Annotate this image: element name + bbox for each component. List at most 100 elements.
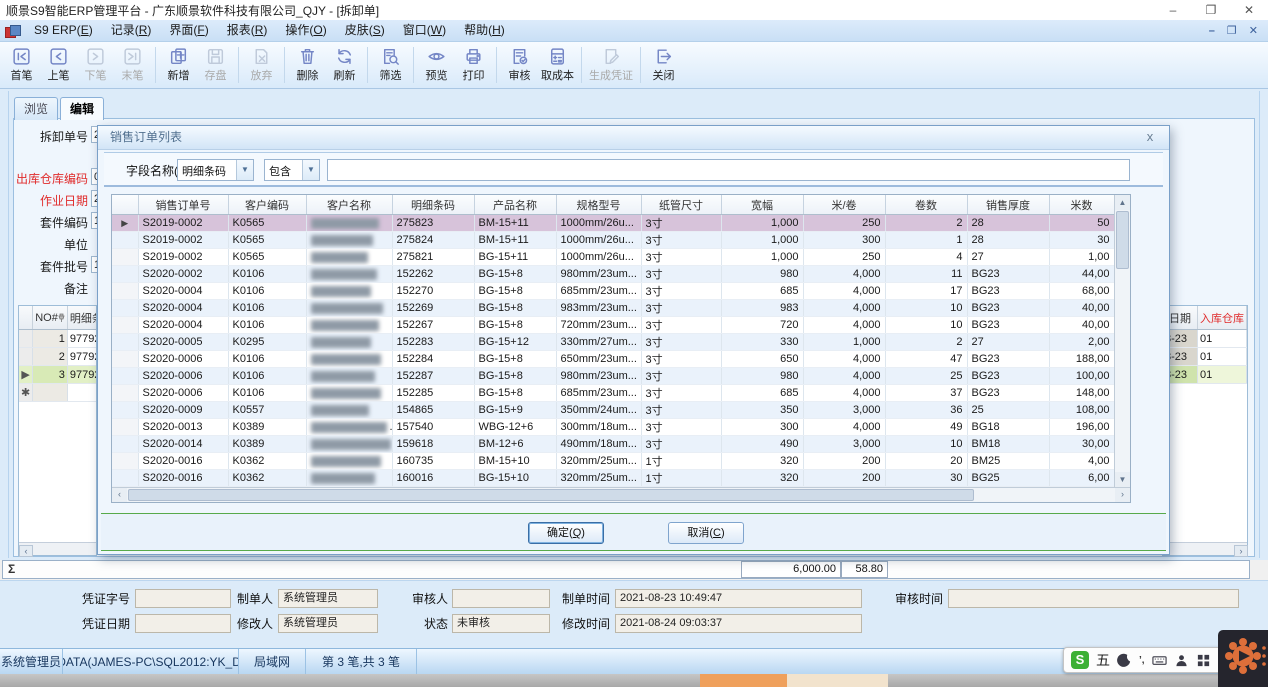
field-select[interactable]: 明细条码 ▼ — [177, 159, 254, 181]
sales-order-row[interactable]: S2020-0002K0106152262BG-15+8980mm/23um..… — [112, 266, 1114, 283]
dialog-title[interactable]: 销售订单列表 — [98, 126, 1169, 150]
column-header-4[interactable]: 明细条码 — [392, 195, 474, 215]
grid-row[interactable]: 197792 — [19, 330, 97, 348]
grid-row[interactable]: ✱ — [19, 384, 97, 402]
tab-browse[interactable]: 浏览 — [14, 97, 58, 120]
screen-recorder-tile[interactable] — [1218, 630, 1268, 687]
restore-icon[interactable]: ❐ — [1192, 0, 1230, 20]
tab-edit[interactable]: 编辑 — [60, 97, 104, 120]
hscroll-right-arrow-icon[interactable]: › — [1234, 545, 1248, 557]
row-selector[interactable] — [112, 470, 138, 487]
menu-item-2[interactable]: 界面(F) — [160, 23, 217, 37]
sales-order-grid[interactable]: 销售订单号客户编码客户名称明细条码产品名称规格型号纸管尺寸宽幅米/卷卷数销售厚度… — [111, 194, 1131, 503]
scroll-right-icon[interactable]: › — [1115, 488, 1130, 502]
chevron-down-icon[interactable]: ▼ — [302, 160, 319, 180]
keyboard-icon[interactable] — [1152, 653, 1167, 668]
toolbar-button-filter-search[interactable]: 筛选 — [372, 45, 409, 84]
ok-button[interactable]: 确定(Q) — [528, 522, 604, 544]
sales-order-row[interactable]: S2019-0002K0565275821BG-15+111000mm/26u.… — [112, 249, 1114, 266]
toolbar-button-new-doc[interactable]: 新增 — [160, 45, 197, 84]
sales-order-row[interactable]: S2020-0016K0362160735BM-15+10320mm/25um.… — [112, 453, 1114, 470]
row-selector[interactable] — [112, 249, 138, 266]
moon-icon[interactable] — [1117, 653, 1132, 668]
sales-order-row[interactable]: S2020-0006K0106152287BG-15+8980mm/23um..… — [112, 368, 1114, 385]
sales-order-row[interactable]: ▶S2019-0002K0565275823BM-15+111000mm/26u… — [112, 215, 1114, 232]
close-icon[interactable]: ✕ — [1230, 0, 1268, 20]
row-selector[interactable] — [112, 283, 138, 300]
hscroll-left-arrow-icon[interactable]: ‹ — [19, 545, 33, 557]
sales-order-row[interactable]: S2020-0009K0557154865BG-15+9350mm/24um..… — [112, 402, 1114, 419]
column-header-11[interactable]: 销售厚度 — [967, 195, 1049, 215]
sales-order-row[interactable]: S2020-0006K0106152285BG-15+8685mm/23um..… — [112, 385, 1114, 402]
column-header-barcode[interactable]: 明细条码 — [67, 306, 97, 330]
sales-order-row[interactable]: S2020-0014K0389 ..159618BM-12+6490mm/18u… — [112, 436, 1114, 453]
toolbar-button-close-exit[interactable]: 关闭 — [645, 45, 682, 84]
column-header-8[interactable]: 宽幅 — [721, 195, 803, 215]
toolbar-button-prev-record[interactable]: 上笔 — [40, 45, 77, 84]
row-selector[interactable] — [112, 334, 138, 351]
column-header-10[interactable]: 卷数 — [885, 195, 967, 215]
row-selector[interactable] — [112, 266, 138, 283]
row-selector[interactable] — [112, 368, 138, 385]
sogou-logo-icon[interactable]: S — [1071, 651, 1089, 669]
column-header-2[interactable]: 客户编码 — [228, 195, 306, 215]
menu-item-6[interactable]: 窗口(W) — [394, 23, 455, 37]
vscroll-thumb[interactable] — [1116, 211, 1129, 269]
row-selector[interactable] — [19, 348, 33, 366]
row-selector[interactable] — [112, 436, 138, 453]
toolbar-button-audit[interactable]: 审核 — [501, 45, 538, 84]
row-selector[interactable] — [112, 351, 138, 368]
column-header-warehouse[interactable]: 入库仓库 — [1198, 306, 1247, 330]
row-selector[interactable] — [112, 402, 138, 419]
column-header-9[interactable]: 米/卷 — [803, 195, 885, 215]
grid-row[interactable]: 8-2301 — [1163, 366, 1247, 384]
menu-item-1[interactable]: 记录(R) — [102, 23, 161, 37]
menu-item-7[interactable]: 帮助(H) — [455, 23, 514, 37]
current-row-marker[interactable]: ▶ — [19, 366, 33, 384]
scroll-up-icon[interactable]: ▲ — [1115, 195, 1130, 210]
toolbar-button-printer[interactable]: 打印 — [455, 45, 492, 84]
column-header-12[interactable]: 米数 — [1049, 195, 1114, 215]
grid-row[interactable]: ▶397792 — [19, 366, 97, 384]
chevron-down-icon[interactable]: ▼ — [236, 160, 253, 180]
mdi-restore-icon[interactable]: ❐ — [1227, 24, 1237, 37]
sales-order-row[interactable]: S2020-0016K0362160016BG-15+10320mm/25um.… — [112, 470, 1114, 487]
hscroll-thumb[interactable] — [128, 489, 974, 501]
scroll-left-icon[interactable]: ‹ — [112, 488, 127, 502]
menu-item-5[interactable]: 皮肤(S) — [336, 23, 394, 37]
cancel-button[interactable]: 取消(C) — [668, 522, 744, 544]
mdi-minimize-icon[interactable]: – — [1209, 25, 1215, 37]
column-header-6[interactable]: 规格型号 — [556, 195, 641, 215]
detail-grid-right[interactable]: 日期入库仓库8-23018-23018-2301 — [1162, 305, 1248, 556]
row-selector[interactable] — [112, 385, 138, 402]
toolbar-button-first-record[interactable]: 首笔 — [3, 45, 40, 84]
row-selector[interactable] — [112, 232, 138, 249]
detail-grid-left[interactable]: NO#明细条码197792297792▶397792✱ — [18, 305, 97, 556]
current-row-marker[interactable]: ▶ — [112, 215, 138, 232]
toolbar-button-preview-eye[interactable]: 预览 — [418, 45, 455, 84]
scroll-down-icon[interactable]: ▼ — [1115, 472, 1130, 487]
sales-order-row[interactable]: S2019-0002K0565275824BM-15+111000mm/26u.… — [112, 232, 1114, 249]
menu-item-4[interactable]: 操作(O) — [276, 23, 335, 37]
grid-row[interactable]: 8-2301 — [1163, 348, 1247, 366]
person-icon[interactable] — [1174, 653, 1189, 668]
sales-order-row[interactable]: S2020-0005K0295152283BG-15+12330mm/27um.… — [112, 334, 1114, 351]
operator-select[interactable]: 包含 ▼ — [264, 159, 320, 181]
row-selector-header[interactable] — [112, 195, 138, 215]
row-selector[interactable] — [112, 300, 138, 317]
new-row-marker[interactable]: ✱ — [19, 384, 33, 402]
sales-order-row[interactable]: S2020-0004K0106152270BG-15+8685mm/23um..… — [112, 283, 1114, 300]
row-selector[interactable] — [112, 317, 138, 334]
grid-row[interactable]: 297792 — [19, 348, 97, 366]
menu-item-0[interactable]: S9 ERP(E) — [25, 23, 102, 37]
row-selector[interactable] — [112, 453, 138, 470]
toolbar-button-trash[interactable]: 删除 — [289, 45, 326, 84]
column-header-1[interactable]: 销售订单号 — [138, 195, 228, 215]
column-header-3[interactable]: 客户名称 — [306, 195, 392, 215]
horizontal-scrollbar[interactable]: ‹ › — [112, 487, 1130, 502]
minimize-icon[interactable]: – — [1154, 0, 1192, 20]
dialog-close-icon[interactable]: x — [1141, 126, 1159, 148]
punctuation-icon[interactable]: ’, — [1139, 655, 1145, 666]
filter-search-input[interactable] — [327, 159, 1130, 181]
column-header-no[interactable]: NO# — [33, 306, 68, 330]
